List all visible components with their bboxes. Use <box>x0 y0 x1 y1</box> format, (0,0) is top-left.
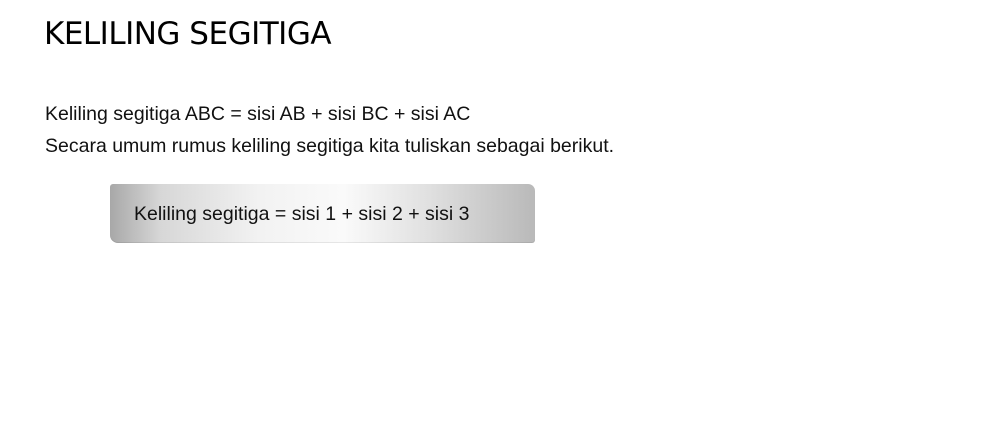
formula-box: Keliling segitiga = sisi 1 + sisi 2 + si… <box>110 184 535 243</box>
explanation-paragraph: Keliling segitiga ABC = sisi AB + sisi B… <box>45 98 614 162</box>
document-page: KELILING SEGITIGA Keliling segitiga ABC … <box>0 0 993 442</box>
page-title: KELILING SEGITIGA <box>44 16 332 52</box>
formula-text: Keliling segitiga = sisi 1 + sisi 2 + si… <box>134 203 470 225</box>
intro-line: Secara umum rumus keliling segitiga kita… <box>45 135 615 157</box>
definition-line: Keliling segitiga ABC = sisi AB + sisi B… <box>45 103 471 125</box>
